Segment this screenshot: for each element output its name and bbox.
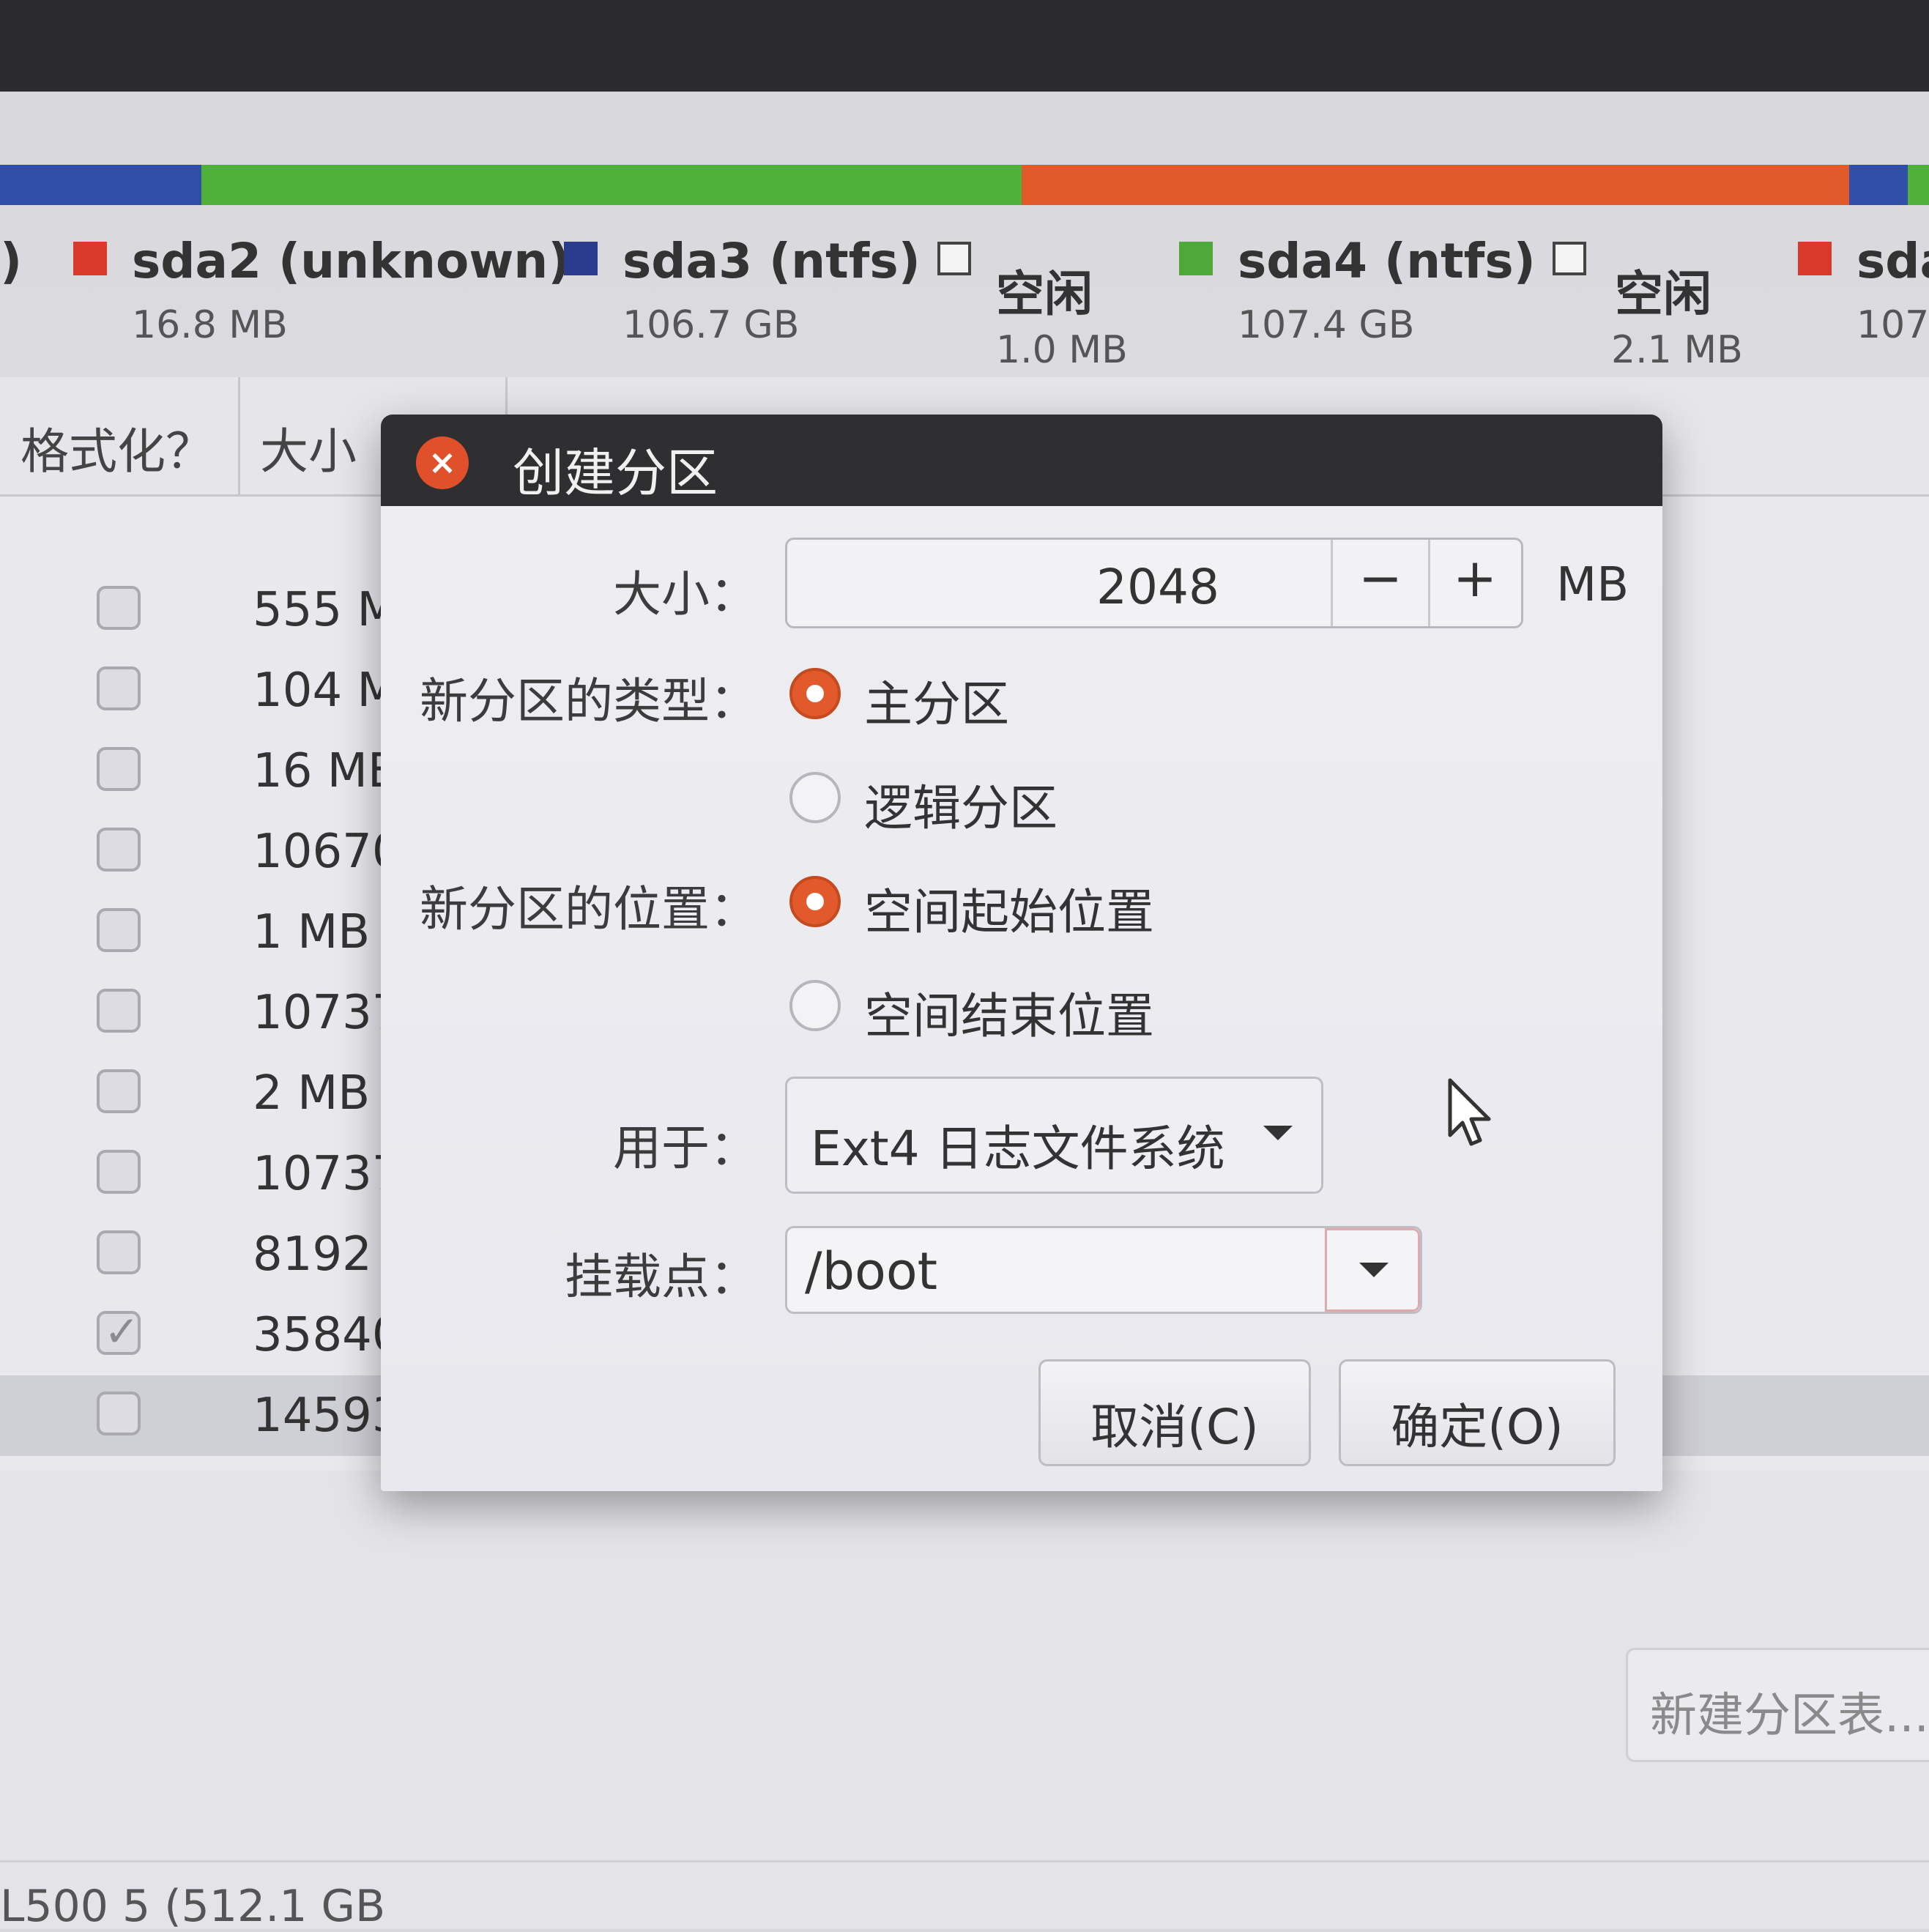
size-spinbutton[interactable]: 2048 − + [785, 538, 1523, 628]
partition-size: 10737 [253, 1147, 402, 1201]
legend-name: sda3 (ntfs) [622, 233, 921, 289]
legend-size: 106.7 GB [622, 303, 800, 347]
format-checkbox[interactable] [97, 747, 141, 791]
partition-size: 35840 [253, 1308, 402, 1362]
divider [0, 1860, 1929, 1862]
radio-beginning-label[interactable]: 空间起始位置 [864, 873, 1154, 943]
legend-swatch [1179, 242, 1213, 275]
new-partition-table-label: 新建分区表... [1650, 1689, 1929, 1743]
filesystem-dropdown[interactable]: Ext4 日志文件系统 [785, 1077, 1323, 1194]
ok-button[interactable]: 确定(O) [1339, 1359, 1616, 1466]
mount-point-label: 挂载点： [565, 1249, 758, 1305]
chevron-down-icon [1263, 1126, 1293, 1140]
column-header-format[interactable]: 格式化？ [21, 412, 214, 483]
partition-location-label: 新分区的位置： [420, 881, 758, 937]
mount-point-input[interactable]: /boot [805, 1241, 937, 1301]
dialog-title: 创建分区 [513, 443, 718, 503]
radio-primary[interactable] [789, 668, 841, 719]
increment-button[interactable]: + [1427, 540, 1523, 626]
legend-swatch [564, 242, 598, 275]
dialog-titlebar: × 创建分区 [381, 415, 1662, 506]
legend-size: 16.8 MB [132, 303, 288, 347]
create-partition-dialog: × 创建分区 大小： 2048 − + MB 新分区的类型： 主分区 逻辑分区 … [381, 415, 1662, 1491]
format-checkbox[interactable] [97, 666, 141, 710]
format-checkbox[interactable] [97, 828, 141, 872]
size-unit: MB [1556, 558, 1629, 612]
size-input[interactable]: 2048 [1096, 559, 1219, 615]
partition-size: 8192 I [253, 1227, 401, 1282]
partition-bar-segment [0, 165, 201, 205]
size-label: 大小： [613, 566, 758, 623]
plus-icon: + [1452, 547, 1498, 609]
legend-size: 1.0 MB [996, 328, 1128, 372]
format-checkbox[interactable] [97, 1230, 141, 1274]
partition-size: 10670 [253, 825, 402, 879]
legend-name: sda4 (ntfs) [1238, 233, 1536, 289]
format-checkbox[interactable] [97, 1307, 141, 1356]
new-partition-table-button[interactable]: 新建分区表... [1626, 1648, 1929, 1762]
partition-bar [0, 165, 1929, 205]
partition-size: 16 ME [253, 744, 398, 798]
radio-logical-label[interactable]: 逻辑分区 [864, 769, 1058, 839]
partition-bar-segment [201, 165, 1022, 205]
minus-icon: − [1358, 547, 1403, 609]
cancel-button[interactable]: 取消(C) [1038, 1359, 1311, 1466]
radio-primary-label[interactable]: 主分区 [864, 665, 1009, 735]
partition-legend: ) sda2 (unknown) 16.8 MB sda3 (ntfs) 106… [0, 220, 1929, 372]
partition-size: 555 M [253, 583, 398, 637]
format-checkbox[interactable] [97, 1069, 141, 1113]
partition-bar-segment [1848, 165, 1908, 205]
close-icon: × [428, 442, 457, 482]
ok-label: 确定(O) [1391, 1399, 1564, 1455]
legend-name: 空闲 [996, 266, 1093, 322]
column-separator [238, 377, 240, 494]
legend-name: ) [0, 233, 23, 289]
cancel-label: 取消(C) [1090, 1399, 1259, 1455]
partition-bar-segment [1021, 165, 1849, 205]
legend-size: 107. [1856, 303, 1929, 347]
partition-type-label: 新分区的类型： [420, 673, 758, 729]
legend-swatch-empty [1553, 242, 1586, 275]
radio-beginning[interactable] [789, 876, 841, 927]
legend-name: sda [1856, 233, 1929, 289]
format-checkbox[interactable] [97, 989, 141, 1033]
format-checkbox[interactable] [97, 586, 141, 630]
top-panel [0, 0, 1929, 92]
radio-end[interactable] [789, 980, 841, 1031]
format-checkbox[interactable] [97, 908, 141, 952]
chevron-down-icon [1359, 1263, 1389, 1277]
partition-size: 104 M [253, 664, 398, 718]
decrement-button[interactable]: − [1333, 540, 1428, 626]
mouse-pointer-icon [1448, 1078, 1491, 1146]
close-button[interactable]: × [416, 436, 469, 489]
radio-end-label[interactable]: 空间结束位置 [864, 977, 1154, 1047]
mount-point-combo[interactable]: /boot [785, 1226, 1422, 1314]
mount-point-dropdown-button[interactable] [1325, 1228, 1420, 1312]
partition-size: 2 MB [253, 1066, 371, 1121]
legend-size: 2.1 MB [1611, 328, 1743, 372]
format-checkbox[interactable] [97, 1150, 141, 1194]
legend-swatch [73, 242, 107, 275]
use-as-label: 用于： [613, 1120, 758, 1176]
column-header-size[interactable]: 大小 [260, 412, 357, 483]
partition-size: 14593 [253, 1389, 402, 1443]
legend-name: sda2 (unknown) [132, 233, 570, 289]
radio-logical[interactable] [789, 772, 841, 823]
legend-swatch-empty [937, 242, 971, 275]
legend-size: 107.4 GB [1238, 303, 1415, 347]
partition-bar-segment [1907, 165, 1929, 205]
legend-swatch [1798, 242, 1832, 275]
partition-size: 10737 [253, 986, 402, 1040]
legend-name: 空闲 [1615, 266, 1711, 322]
boot-device-label: L500 5 (512.1 GB [0, 1881, 386, 1932]
partition-size: 1 MB [253, 905, 371, 959]
filesystem-value: Ext4 日志文件系统 [811, 1121, 1225, 1177]
format-checkbox[interactable] [97, 1392, 141, 1435]
